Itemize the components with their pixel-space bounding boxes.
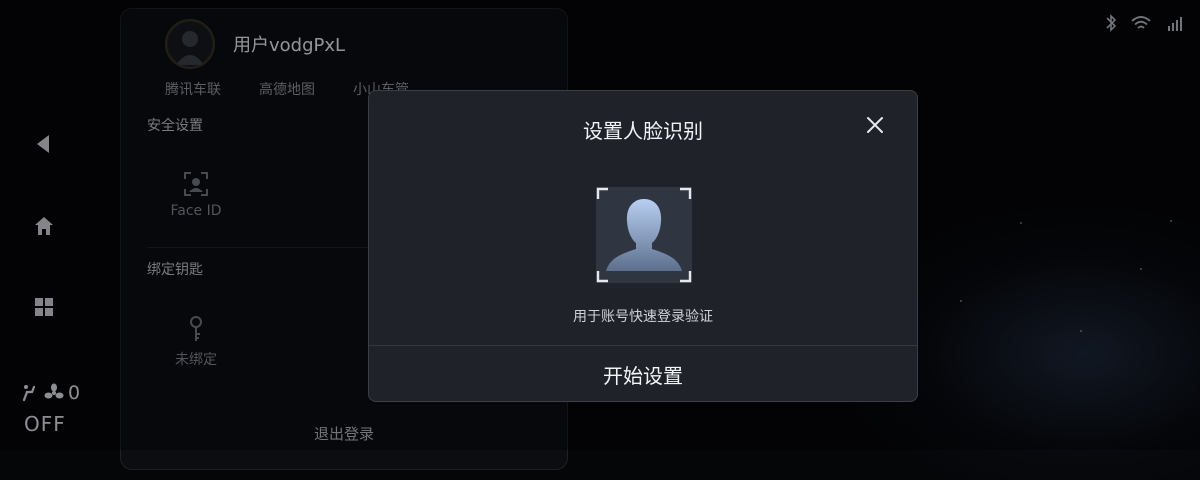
close-icon <box>867 117 883 133</box>
dialog-description: 用于账号快速登录验证 <box>573 309 713 325</box>
close-button[interactable] <box>863 113 887 137</box>
start-setup-button[interactable]: 开始设置 <box>369 346 917 402</box>
dialog-title: 设置人脸识别 <box>583 119 703 143</box>
face-recognition-dialog: 设置人脸识别 用于账号快速登录验证 开始设置 <box>368 90 918 402</box>
face-frame <box>596 187 692 283</box>
face-silhouette-icon <box>596 187 692 283</box>
